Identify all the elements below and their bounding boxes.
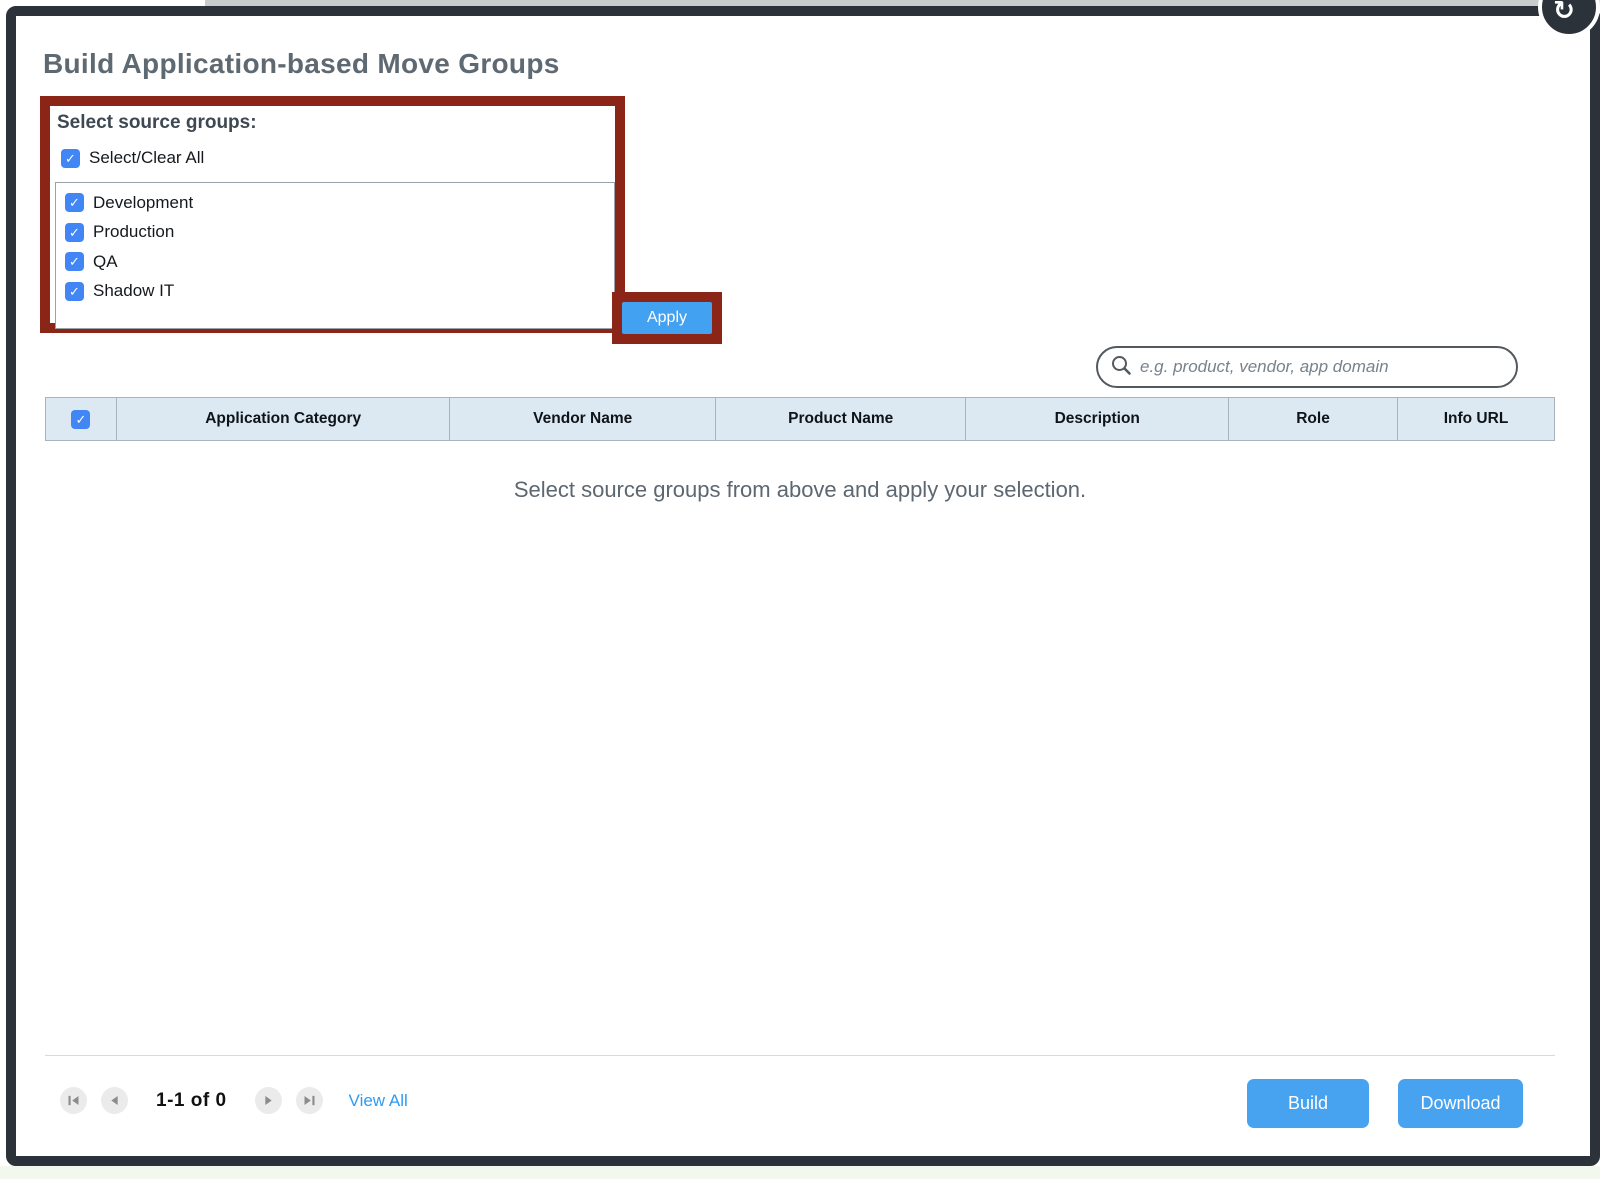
group-checkbox[interactable] [65,223,84,242]
next-page-button[interactable] [255,1087,282,1114]
last-page-button[interactable] [296,1087,323,1114]
applications-table: Application Category Vendor Name Product… [45,397,1555,441]
group-label: Development [93,193,193,213]
next-page-icon [262,1094,275,1107]
build-button[interactable]: Build [1247,1079,1369,1128]
source-groups-label: Select source groups: [57,112,257,134]
page-title: Build Application-based Move Groups [43,48,560,80]
group-label: Production [93,222,174,242]
pagination: 1-1 of 0 View All [60,1087,408,1114]
download-button[interactable]: Download [1398,1079,1523,1128]
previous-page-icon [108,1094,121,1107]
search-box[interactable] [1096,346,1518,388]
search-input[interactable] [1140,357,1504,377]
view-all-link[interactable]: View All [349,1091,408,1111]
group-checkbox[interactable] [65,193,84,212]
col-application-category: Application Category [116,398,449,441]
col-product-name: Product Name [715,398,965,441]
group-row-qa[interactable]: QA [65,247,614,277]
col-role: Role [1229,398,1398,441]
top-edge-strip [205,0,1600,7]
search-icon [1110,354,1132,381]
col-description: Description [966,398,1229,441]
select-clear-all-checkbox[interactable] [61,149,80,168]
col-vendor-name: Vendor Name [450,398,716,441]
redo-arrow-icon: ↻ [1538,0,1600,38]
group-label: Shadow IT [93,281,174,301]
group-row-shadow-it[interactable]: Shadow IT [65,277,614,307]
source-group-list: Development Production QA Shadow IT [55,182,615,329]
group-label: QA [93,252,118,272]
empty-table-message: Select source groups from above and appl… [45,477,1555,503]
bottom-edge-strip [0,1166,1600,1179]
header-checkbox-cell [46,398,117,441]
first-page-icon [67,1094,80,1107]
table-header-row: Application Category Vendor Name Product… [46,398,1555,441]
first-page-button[interactable] [60,1087,87,1114]
col-info-url: Info URL [1398,398,1555,441]
last-page-icon [303,1094,316,1107]
source-groups-panel: Select source groups: Select/Clear All D… [40,96,625,333]
select-clear-all-label: Select/Clear All [89,148,204,168]
footer-divider [45,1055,1555,1056]
apply-button[interactable]: Apply [622,302,712,334]
select-all-rows-checkbox[interactable] [71,410,90,429]
build-move-groups-screen: Build Application-based Move Groups Sele… [0,0,1600,1179]
group-checkbox[interactable] [65,252,84,271]
select-clear-all-row[interactable]: Select/Clear All [61,148,204,168]
apply-highlight-box: Apply [612,292,722,344]
page-range-label: 1-1 of 0 [156,1090,227,1112]
group-row-development[interactable]: Development [65,188,614,218]
previous-page-button[interactable] [101,1087,128,1114]
group-checkbox[interactable] [65,282,84,301]
group-row-production[interactable]: Production [65,218,614,248]
